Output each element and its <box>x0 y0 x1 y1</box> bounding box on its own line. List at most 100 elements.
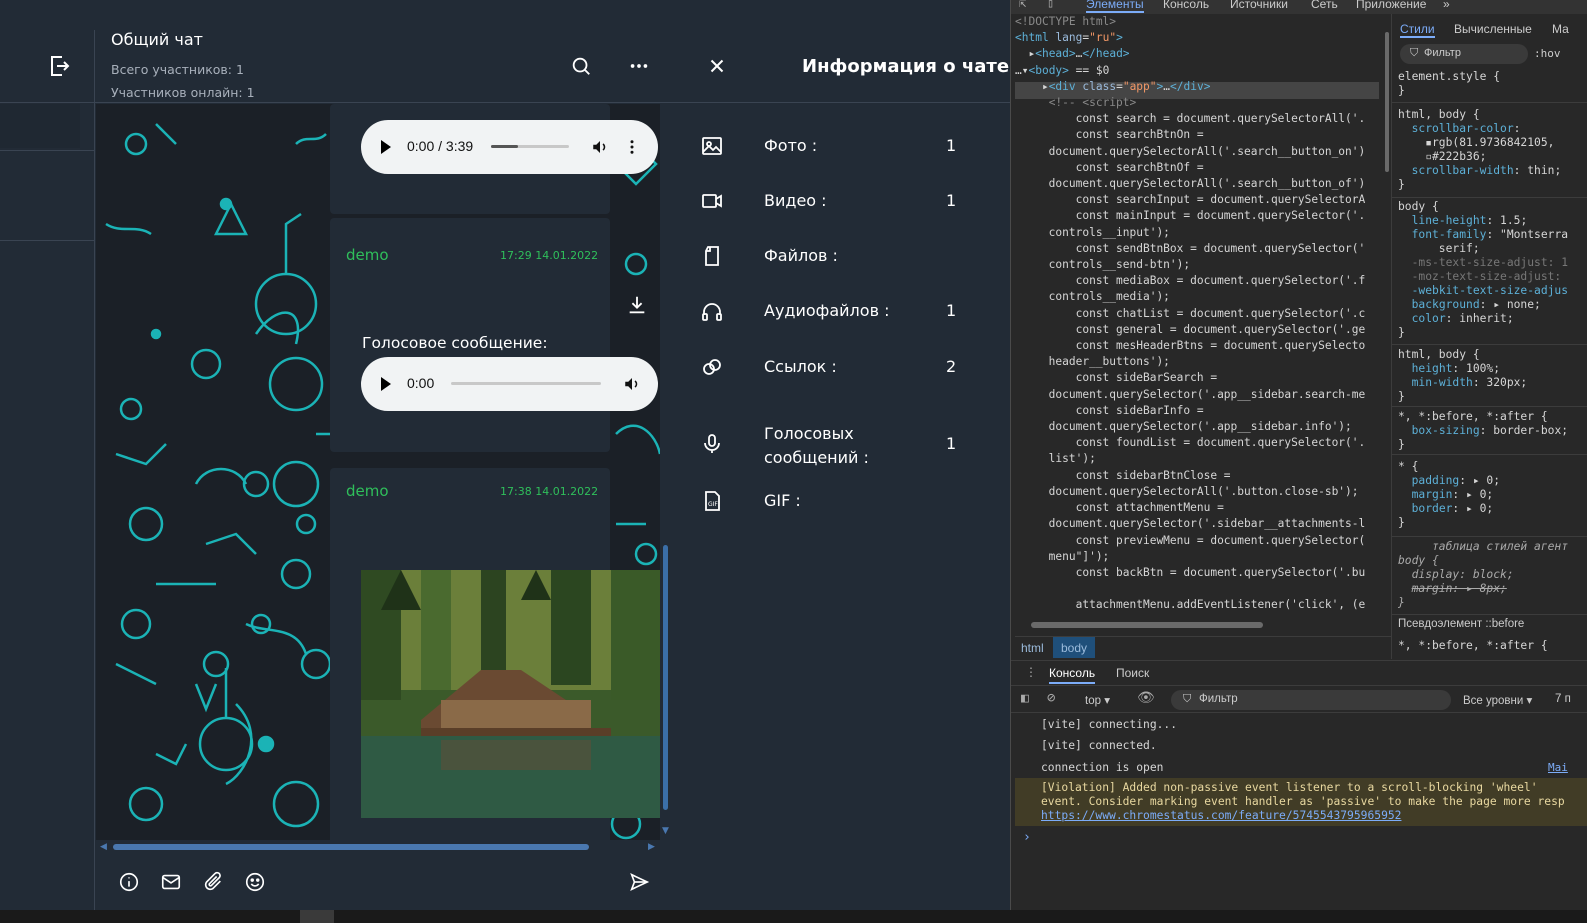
info-row[interactable]: GIF GIF : <box>700 481 970 521</box>
drawer-menu-icon[interactable]: ⋮ <box>1025 665 1037 679</box>
message-photo[interactable] <box>361 570 660 818</box>
style-rule: *, *:before, *:after { box-sizing: borde… <box>1398 410 1569 451</box>
volume-icon[interactable] <box>623 375 641 393</box>
context-select[interactable]: top ▾ <box>1085 693 1110 707</box>
play-icon[interactable] <box>381 377 391 391</box>
members-total: Всего участников: 1 <box>111 62 244 77</box>
scroll-right-icon[interactable]: ▶ <box>648 842 655 852</box>
scroll-left-icon[interactable]: ◀ <box>100 842 107 852</box>
elements-scrollbar[interactable] <box>1385 32 1389 172</box>
audio-player[interactable]: 0:00 / 3:39 <box>361 120 658 174</box>
paperclip-icon[interactable] <box>202 871 224 893</box>
more-icon[interactable] <box>628 55 650 77</box>
taskbar-item[interactable] <box>300 910 334 923</box>
levels-select[interactable]: Все уровни ▾ <box>1463 693 1532 707</box>
microphone-icon <box>704 434 720 453</box>
rule-divider <box>1392 102 1587 103</box>
play-icon[interactable] <box>381 140 391 154</box>
chat-header: Общий чат Всего участников: 1 Участников… <box>0 0 1010 103</box>
crumb-html[interactable]: html <box>1021 641 1044 655</box>
info-row-label: Фото : <box>764 136 818 155</box>
info-row[interactable]: Голосовых сообщений : 1 <box>700 414 970 474</box>
tab-console[interactable]: Консоль <box>1163 0 1209 11</box>
info-row-label: Ссылок : <box>764 357 837 376</box>
elements-hscrollbar[interactable] <box>1031 622 1263 628</box>
violation-text: event. Consider marking event handler as… <box>1041 795 1565 808</box>
tab-application[interactable]: Приложение <box>1356 0 1426 11</box>
info-row-count: 1 <box>946 136 957 155</box>
console-message: [vite] connecting... <box>1041 718 1178 731</box>
message-list-hscrollbar[interactable] <box>113 844 589 850</box>
inspect-icon[interactable]: ⇱ <box>1019 0 1026 10</box>
hov-toggle[interactable]: :hov <box>1534 47 1561 60</box>
info-row[interactable]: Видео : 1 <box>700 181 970 221</box>
voice-progress[interactable] <box>451 382 601 385</box>
rule-divider <box>1392 406 1587 407</box>
info-panel-title: Информация о чате <box>802 56 1010 77</box>
devtools-tabs: ⇱ ▯ Элементы Консоль Источники Сеть Прил… <box>1011 0 1587 14</box>
console-toolbar: ◧ ⊘ top ▾ 👁 ⛉ Фильтр Все уровни ▾ 7 п <box>1011 687 1587 713</box>
tab-styles[interactable]: Стили <box>1400 22 1435 38</box>
tab-console-drawer[interactable]: Консоль <box>1049 666 1096 684</box>
emoji-icon[interactable] <box>244 871 266 893</box>
styles-pane[interactable]: Стили Вычисленные Ма ⛉ Фильтр :hov eleme… <box>1391 14 1587 659</box>
tab-more[interactable]: Ма <box>1552 22 1569 36</box>
eye-icon[interactable]: 👁 <box>1137 690 1155 706</box>
message-time: 17:29 14.01.2022 <box>500 249 599 262</box>
info-row-label: Файлов : <box>764 246 838 265</box>
send-icon[interactable] <box>628 871 650 893</box>
sidebar-active-item[interactable] <box>0 104 80 148</box>
filter-icon: ⛉ <box>1183 693 1192 705</box>
pseudo-label: Псевдоэлемент ::before <box>1398 618 1525 630</box>
search-icon[interactable] <box>570 55 592 77</box>
tab-network[interactable]: Сеть <box>1311 0 1338 11</box>
console-drawer-tabs: ⋮ Консоль Поиск <box>1011 660 1587 686</box>
voice-time: 0:00 <box>407 375 435 391</box>
message-list[interactable]: 0:00 / 3:39 demo 17:29 14.01.2022 Голосо… <box>96 104 660 840</box>
voice-player[interactable]: 0:00 <box>361 357 658 411</box>
styles-filter[interactable]: ⛉ Фильтр <box>1400 44 1528 64</box>
sidebar-toggle-icon[interactable]: ◧ <box>1021 691 1029 706</box>
console-message: [vite] connected. <box>1041 739 1157 752</box>
logout-icon[interactable] <box>48 54 72 78</box>
info-row[interactable]: Аудиофайлов : 1 <box>700 291 970 331</box>
clear-console-icon[interactable]: ⊘ <box>1047 690 1055 706</box>
video-icon <box>702 194 722 208</box>
violation-link[interactable]: https://www.chromestatus.com/feature/574… <box>1041 809 1401 822</box>
style-rule: html, body { height: 100%; min-width: 32… <box>1398 348 1528 403</box>
image-icon <box>702 137 722 155</box>
rule-divider <box>1392 197 1587 198</box>
style-rule: * { padding: ▸ 0; margin: ▸ 0; border: ▸… <box>1398 460 1501 529</box>
filter-icon: ⛉ <box>1410 47 1419 59</box>
tab-search[interactable]: Поиск <box>1116 666 1149 680</box>
source-link[interactable]: Mai <box>1548 761 1568 774</box>
tab-elements[interactable]: Элементы <box>1086 0 1144 13</box>
scroll-down-icon[interactable]: ▼ <box>662 826 669 836</box>
device-icon[interactable]: ▯ <box>1047 0 1054 10</box>
info-row[interactable]: Файлов : <box>700 236 970 276</box>
info-row[interactable]: Фото : 1 <box>700 126 970 166</box>
filter-placeholder: Фильтр <box>1424 47 1461 59</box>
info-row[interactable]: Ссылок : 2 <box>700 347 970 387</box>
crumb-body[interactable]: body <box>1053 637 1096 658</box>
info-icon[interactable] <box>118 871 140 893</box>
rule-divider <box>1392 454 1587 455</box>
audio-progress[interactable] <box>491 145 569 148</box>
tab-computed[interactable]: Вычисленные <box>1454 22 1532 36</box>
issues-count[interactable]: 7 п <box>1555 693 1571 705</box>
volume-icon[interactable] <box>591 138 609 156</box>
elements-tree[interactable]: <!DOCTYPE html> <html lang="ru"> ▸<head>… <box>1015 14 1389 620</box>
message-list-scrollbar[interactable] <box>663 545 668 810</box>
mail-icon[interactable] <box>160 871 182 893</box>
console-filter[interactable]: ⛉ Фильтр <box>1171 690 1451 710</box>
info-row-label: GIF : <box>764 491 801 510</box>
console-prompt-icon[interactable]: › <box>1023 830 1031 845</box>
more-tabs-icon[interactable]: » <box>1443 0 1450 11</box>
download-icon[interactable] <box>626 294 648 316</box>
message-text: Голосовое сообщение: <box>362 334 548 352</box>
dom-source: <!DOCTYPE html> <html lang="ru"> ▸<head>… <box>1015 15 1366 612</box>
close-icon[interactable] <box>706 55 728 77</box>
more-vertical-icon[interactable] <box>623 138 641 156</box>
tab-sources[interactable]: Источники <box>1230 0 1288 11</box>
gif-icon: GIF <box>705 491 720 511</box>
